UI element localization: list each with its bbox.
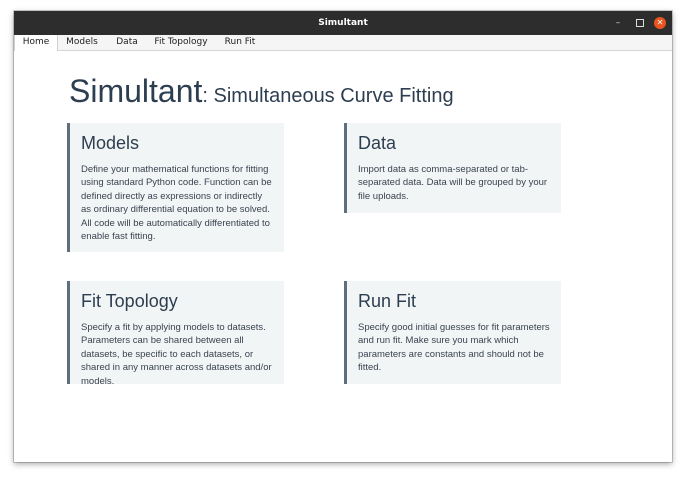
- window-title: Simultant: [318, 18, 368, 28]
- card-description: Import data as comma-separated or tab-se…: [358, 164, 548, 202]
- card-description: Specify good initial guesses for fit par…: [358, 322, 550, 374]
- card-description: Define your mathematical functions for f…: [81, 164, 272, 243]
- card-title: Run Fit: [358, 291, 417, 311]
- tab-home[interactable]: Home: [14, 35, 58, 51]
- tab-fit-topology[interactable]: Fit Topology: [152, 35, 210, 50]
- minimize-icon: –: [615, 18, 621, 28]
- card-description: Specify a fit by applying models to data…: [81, 322, 272, 387]
- page-title: Simultant: Simultaneous Curve Fitting: [69, 73, 454, 110]
- app-window: Simultant – ✕ Home Models Data Fit Topol…: [14, 11, 672, 462]
- app-name: Simultant: [69, 73, 203, 109]
- title-bar[interactable]: Simultant – ✕: [14, 11, 672, 35]
- tab-data[interactable]: Data: [111, 35, 143, 50]
- card-run-fit: Run Fit Specify good initial guesses for…: [344, 281, 561, 384]
- home-page: Simultant: Simultaneous Curve Fitting Mo…: [14, 51, 672, 462]
- card-title: Fit Topology: [81, 291, 178, 311]
- close-button[interactable]: ✕: [654, 17, 666, 29]
- tab-run-fit[interactable]: Run Fit: [220, 35, 260, 50]
- card-title: Models: [81, 133, 140, 153]
- card-title: Data: [358, 133, 397, 153]
- card-fit-topology: Fit Topology Specify a fit by applying m…: [67, 281, 284, 387]
- minimize-button[interactable]: –: [612, 17, 624, 29]
- tab-bar: Home Models Data Fit Topology Run Fit: [14, 35, 672, 51]
- close-icon: ✕: [656, 18, 664, 27]
- maximize-icon: [636, 19, 644, 27]
- card-data: Data Import data as comma-separated or t…: [344, 123, 561, 213]
- maximize-button[interactable]: [634, 17, 646, 29]
- app-subtitle: : Simultaneous Curve Fitting: [202, 85, 454, 107]
- tab-models[interactable]: Models: [62, 35, 102, 50]
- card-models: Models Define your mathematical function…: [67, 123, 284, 252]
